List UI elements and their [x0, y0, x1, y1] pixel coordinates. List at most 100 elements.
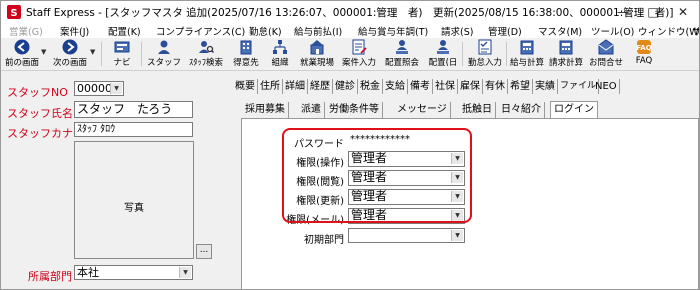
attendance-icon	[478, 39, 492, 55]
tab-paid-leave[interactable]: 有休	[483, 79, 508, 94]
menu-payroll[interactable]: 給与賞与年調(T)	[358, 24, 428, 38]
menu-jobs[interactable]: 案件(J)	[60, 24, 89, 38]
navi-icon	[114, 41, 130, 53]
arrow-left-icon	[14, 39, 30, 55]
menu-admin[interactable]: 管理(D)	[488, 24, 522, 38]
site-icon	[310, 40, 324, 55]
staff-button[interactable]: スタッフ	[147, 39, 181, 69]
init-dept-label: 初期部門	[304, 235, 344, 246]
site-label: 就業現場	[299, 58, 334, 68]
init-dept-select[interactable]: ▼	[348, 228, 465, 243]
toolbar-separator	[506, 42, 507, 66]
menu-advance-pay[interactable]: 給与前払(I)	[294, 24, 342, 38]
payroll-label: 給与計算	[509, 58, 544, 68]
tab-notes[interactable]: 備考	[408, 79, 433, 94]
menu-sales[interactable]: 営業(G)	[9, 24, 43, 38]
highlight-box	[282, 128, 472, 223]
menu-master[interactable]: マスタ(M)	[538, 24, 582, 38]
next-dropdown-icon[interactable]: ▼	[90, 48, 95, 56]
billing-icon	[559, 40, 573, 55]
tab-dispatch[interactable]: 派遣	[298, 102, 325, 118]
prev-dropdown-icon[interactable]: ▼	[41, 48, 46, 56]
org-label: 組織	[271, 58, 289, 68]
toolbar-separator	[462, 42, 463, 66]
menu-compliance[interactable]: コンプライアンス(C)	[156, 24, 245, 38]
photo-label: 写真	[124, 203, 144, 214]
maximize-button[interactable]: □	[639, 3, 667, 21]
close-button[interactable]: ✕	[669, 3, 697, 21]
photo-browse-button[interactable]: ...	[196, 244, 212, 259]
assign-day-button[interactable]: 配置(日	[423, 39, 463, 69]
menu-assign[interactable]: 配置(K)	[108, 24, 141, 38]
attendance-button[interactable]: 勤怠入力	[466, 39, 504, 69]
prev-screen-button[interactable]: 前の画面	[3, 39, 41, 69]
client-button[interactable]: 得意先	[230, 39, 262, 69]
staff-search-button[interactable]: ｽﾀｯﾌ検索	[185, 39, 227, 69]
job-input-icon	[352, 39, 367, 55]
staff-search-label: ｽﾀｯﾌ検索	[188, 58, 223, 68]
tab-health[interactable]: 健診	[333, 79, 358, 94]
assign-view-button[interactable]: 配置照会	[382, 39, 422, 69]
billing-label: 請求計算	[548, 58, 583, 68]
attendance-label: 勤怠入力	[467, 58, 502, 68]
billing-button[interactable]: 請求計算	[547, 39, 585, 69]
tab-neo[interactable]: NEO	[593, 79, 620, 94]
faq-icon: FAQ	[636, 40, 652, 54]
tab-wishes[interactable]: 希望	[508, 79, 533, 94]
tab-overview[interactable]: 概要	[233, 79, 258, 94]
payroll-button[interactable]: 給与計算	[509, 39, 545, 69]
staff-icon	[158, 40, 170, 54]
menu-window[interactable]: ウィンドウ(W)	[638, 24, 699, 38]
contact-button[interactable]: お問合せ	[586, 39, 626, 69]
site-button[interactable]: 就業現場	[298, 39, 336, 69]
staff-no-select[interactable]: 000002 ▼	[74, 81, 124, 96]
faq-label: FAQ	[635, 56, 653, 66]
dept-select[interactable]: 本社 ▼	[74, 265, 193, 280]
contact-icon	[598, 39, 614, 55]
toolbar: 前の画面 ▼ 次の画面 ▼ ナビ スタッフ ｽﾀｯﾌ検索 得意先 組織 就業現場…	[1, 38, 699, 71]
tab-details[interactable]: 詳細	[283, 79, 308, 94]
tab-conflict-date[interactable]: 抵触日	[459, 102, 496, 118]
client-label: 得意先	[233, 58, 259, 68]
chevron-down-icon: ▼	[179, 267, 191, 278]
prev-screen-label: 前の画面	[4, 58, 39, 68]
staff-kana-label: スタッフカナ	[7, 127, 73, 140]
staff-name-label: スタッフ氏名	[7, 107, 73, 120]
tab-recruitment[interactable]: 採用募集	[242, 102, 289, 118]
tab-records[interactable]: 実績	[533, 79, 558, 94]
minimize-button[interactable]: —	[609, 3, 637, 21]
tab-tax[interactable]: 税金	[358, 79, 383, 94]
menu-tools[interactable]: ツール(O)	[591, 24, 634, 38]
svg-text:FAQ: FAQ	[636, 44, 651, 52]
assign-day-icon	[437, 40, 449, 54]
menu-support[interactable]: サポート(H)	[692, 24, 699, 38]
tab-employment-insurance[interactable]: 雇保	[458, 79, 483, 94]
menu-attendance[interactable]: 勤怠(K)	[249, 24, 282, 38]
photo-box: 写真	[74, 141, 194, 259]
chevron-down-icon: ▼	[110, 83, 122, 94]
org-button[interactable]: 組織	[265, 39, 295, 69]
toolbar-separator	[101, 42, 102, 66]
navi-label: ナビ	[113, 58, 131, 68]
tab-address[interactable]: 住所	[258, 79, 283, 94]
dept-value: 本社	[77, 266, 99, 279]
navi-button[interactable]: ナビ	[107, 39, 137, 69]
staff-search-icon	[199, 41, 214, 54]
tab-social-insurance[interactable]: 社保	[433, 79, 458, 94]
faq-button[interactable]: FAQ FAQ	[630, 39, 658, 69]
svg-text:S: S	[10, 8, 17, 19]
staff-kana-field[interactable]: ｽﾀｯﾌ ﾀﾛｳ	[74, 122, 193, 137]
tab-messages[interactable]: メッセージ	[394, 102, 451, 118]
menu-bar: 営業(G) 案件(J) 配置(K) コンプライアンス(C) 勤怠(K) 給与前払…	[1, 23, 699, 38]
staff-name-field[interactable]: スタッフ たろう	[74, 101, 193, 118]
tab-login[interactable]: ログイン	[550, 101, 598, 119]
assign-day-label: 配置(日	[428, 58, 458, 68]
menu-billing[interactable]: 請求(S)	[441, 24, 473, 38]
tab-work-conditions[interactable]: 労働条件等	[326, 102, 383, 118]
tab-payment[interactable]: 支給	[383, 79, 408, 94]
job-input-button[interactable]: 案件入力	[339, 39, 379, 69]
tab-career[interactable]: 経歴	[308, 79, 333, 94]
tab-daily-referral[interactable]: 日々紹介	[498, 102, 545, 118]
client-icon	[240, 40, 252, 55]
next-screen-button[interactable]: 次の画面	[51, 39, 89, 69]
